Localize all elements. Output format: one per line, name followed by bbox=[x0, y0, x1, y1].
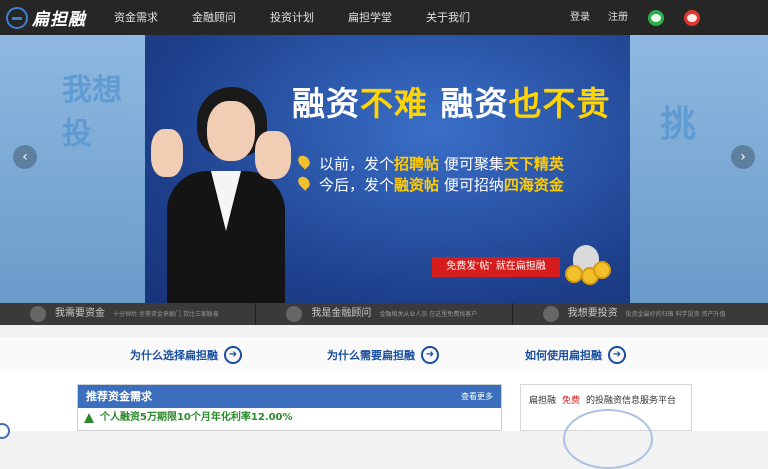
person-icon bbox=[286, 306, 303, 322]
main-nav: 资金需求 金融顾问 投资计划 扁担学堂 关于我们 bbox=[114, 0, 504, 35]
main-content: 推荐资金需求 查看更多 个人融资5万期限10个月年化利率12.00% 扁担融 免费… bbox=[0, 371, 768, 469]
hero-banner-carousel: 我想投 挑 融资不难 融资也不贵 以前，发个招聘帖 便可聚集天下精英 今后，发个… bbox=[0, 35, 768, 303]
register-link[interactable]: 注册 bbox=[608, 0, 628, 35]
platform-intro-card: 扁担融 免费 的投融资信息服务平台 bbox=[520, 384, 692, 469]
wechat-icon[interactable] bbox=[648, 10, 664, 26]
ghost-text-right: 挑 bbox=[660, 104, 697, 145]
banner-headline: 融资不难 融资也不贵 bbox=[292, 84, 611, 123]
businesswoman-image bbox=[145, 79, 295, 303]
banner-line-2: 今后，发个融资帖 便可招纳四海资金 bbox=[295, 174, 564, 195]
role-want-invest[interactable]: 我想要投资 投资金最好的归宿 科学投资 资产升值 bbox=[513, 303, 768, 325]
platform-intro-title: 扁担融 免费 的投融资信息服务平台 bbox=[529, 396, 677, 406]
nav-item-investment-plan[interactable]: 投资计划 bbox=[270, 0, 314, 35]
role-strip: 我需要资金 十分钟后 坐等资金来敲门 货比三家联易 我是金融顾问 金融相关从业人员 … bbox=[0, 303, 768, 325]
tag-icon bbox=[84, 413, 94, 423]
banner-line-1: 以前，发个招聘帖 便可聚集天下精英 bbox=[295, 153, 564, 174]
carousel-prev-button[interactable]: ‹ bbox=[13, 145, 37, 169]
recommended-funding-panel: 推荐资金需求 查看更多 个人融资5万期限10个月年化利率12.00% bbox=[77, 384, 502, 431]
floating-chat-icon[interactable] bbox=[0, 423, 10, 439]
money-bag-icon bbox=[565, 245, 611, 285]
nav-item-academy[interactable]: 扁担学堂 bbox=[348, 0, 392, 35]
how-to-use-link[interactable]: 如何使用扁担融 ➜ bbox=[525, 345, 626, 365]
banner-preview-right: 挑 bbox=[630, 35, 768, 303]
location-pin-icon bbox=[295, 174, 313, 191]
role-financial-advisor[interactable]: 我是金融顾问 金融相关从业人员 在这里免费找客户 bbox=[256, 303, 513, 325]
brand-logo[interactable]: 扁担融 bbox=[6, 5, 86, 30]
weibo-icon[interactable] bbox=[684, 10, 700, 26]
location-pin-icon bbox=[295, 153, 313, 170]
panel-title: 推荐资金需求 bbox=[86, 390, 152, 403]
panel-header: 推荐资金需求 查看更多 bbox=[78, 385, 501, 408]
bank-icon bbox=[30, 306, 46, 322]
nav-item-financial-advisor[interactable]: 金融顾问 bbox=[192, 0, 236, 35]
banner-slide[interactable]: 融资不难 融资也不贵 以前，发个招聘帖 便可聚集天下精英 今后，发个融资帖 便可… bbox=[145, 35, 630, 303]
logo-icon bbox=[6, 6, 28, 29]
why-links-bar: 为什么选择扁担融 ➜ 为什么需要扁担融 ➜ 如何使用扁担融 ➜ bbox=[0, 337, 768, 371]
list-item[interactable]: 个人融资5万期限10个月年化利率12.00% bbox=[78, 408, 501, 428]
nav-item-about-us[interactable]: 关于我们 bbox=[426, 0, 470, 35]
view-more-link[interactable]: 查看更多 bbox=[461, 385, 493, 408]
briefcase-icon bbox=[542, 306, 559, 322]
arrow-right-icon: ➜ bbox=[224, 346, 242, 364]
flow-diagram-circle bbox=[563, 409, 653, 469]
banner-preview-left: 我想投 bbox=[0, 35, 145, 303]
carousel-next-button[interactable]: › bbox=[731, 145, 755, 169]
nav-item-funding-demand[interactable]: 资金需求 bbox=[114, 0, 158, 35]
brand-name: 扁担融 bbox=[32, 10, 86, 30]
why-choose-link[interactable]: 为什么选择扁担融 ➜ bbox=[130, 345, 242, 365]
login-link[interactable]: 登录 bbox=[570, 0, 590, 35]
arrow-right-icon: ➜ bbox=[421, 346, 439, 364]
top-navigation-bar: 扁担融 资金需求 金融顾问 投资计划 扁担学堂 关于我们 登录 注册 bbox=[0, 0, 768, 35]
free-post-button[interactable]: 免费发‘帖’ 就在扁担融 bbox=[432, 257, 560, 277]
ghost-text-left: 我想投 bbox=[62, 73, 122, 152]
role-need-funding[interactable]: 我需要资金 十分钟后 坐等资金来敲门 货比三家联易 bbox=[0, 303, 257, 325]
why-need-link[interactable]: 为什么需要扁担融 ➜ bbox=[327, 345, 439, 365]
auth-links: 登录 注册 bbox=[570, 0, 628, 35]
arrow-right-icon: ➜ bbox=[608, 346, 626, 364]
